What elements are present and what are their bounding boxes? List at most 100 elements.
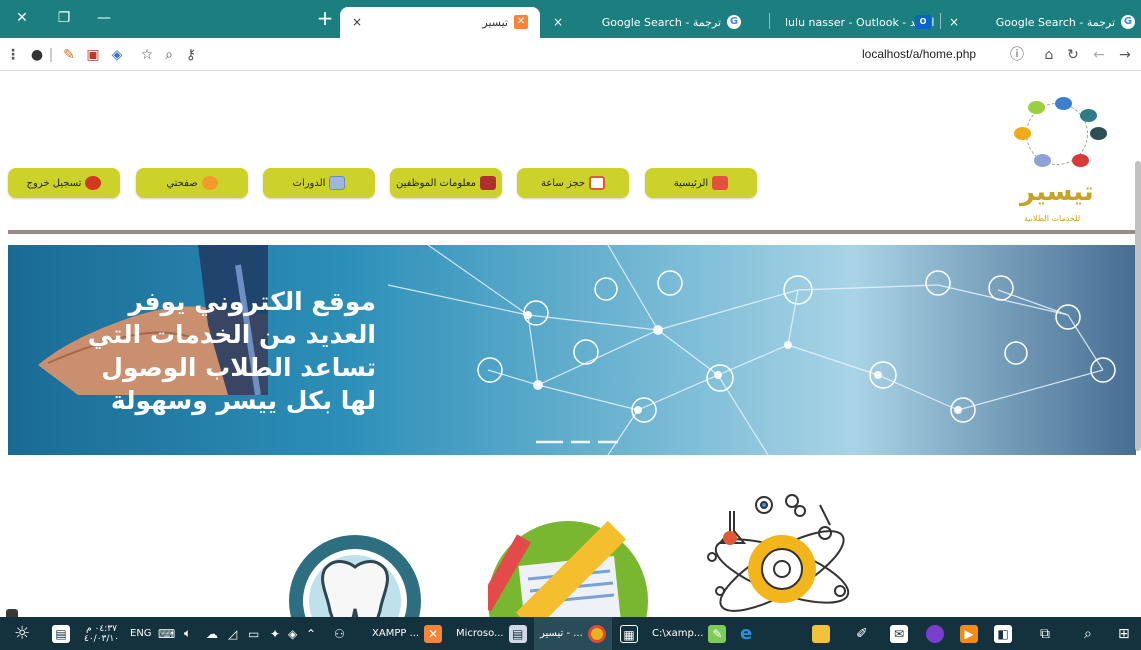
outlook-icon: O [915, 15, 931, 29]
nav-courses-button[interactable]: الدورات [263, 168, 375, 198]
taskbar-label: C:\xamp... [652, 628, 704, 639]
paint-icon[interactable]: ✐ [856, 617, 868, 650]
header-divider [8, 230, 1136, 234]
file-explorer-icon[interactable] [812, 617, 830, 650]
tab-outlook[interactable]: × lulu nasser - Outlook - البريد O [775, 7, 985, 38]
taskbar-notepad[interactable]: C:\xamp... ✎ [652, 617, 727, 650]
home-icon[interactable]: ⌂ [1040, 46, 1058, 64]
browser-toolbar: ⋮ ● ✎ ▣ ◈ ☆ ⌕ ⚷ localhost/a/home.php ⓘ ⌂… [0, 38, 1141, 71]
volume-icon[interactable]: 🔈︎ [184, 617, 191, 650]
hero-banner[interactable]: موقع الكتروني يوفر العديد من الخدمات الت… [8, 245, 1136, 455]
nav-home-button[interactable]: الرئيسية [645, 168, 757, 198]
clock[interactable]: ٠٤:٣٧ م ٤٠/٠٣/١٠ [84, 617, 119, 650]
science-gear-icon[interactable] [700, 491, 860, 617]
notification-icon[interactable]: ▤ [52, 617, 70, 650]
key-icon[interactable]: ⚷ [182, 46, 200, 64]
tab-close-icon[interactable]: × [350, 15, 364, 29]
nav-my-page-button[interactable]: صفحتي [136, 168, 248, 198]
nav-book-hour-button[interactable]: حجز ساعة [517, 168, 629, 198]
logo-name: تيسير [1020, 177, 1094, 207]
banner-line: موقع الكتروني يوفر [128, 287, 376, 316]
taskbar-label: XAMPP ... [372, 628, 420, 639]
windows-start-icon[interactable]: ⊞ [1118, 617, 1130, 650]
nav-label: صفحتي [166, 177, 198, 189]
chevron-up-icon[interactable]: ⌃ [306, 617, 316, 650]
nav-logout-button[interactable]: تسجيل خروج [8, 168, 120, 198]
tab-google-1[interactable]: × Google Search - ترجمة G [543, 7, 751, 38]
minimize-window-icon[interactable]: — [92, 7, 116, 29]
cloud-icon[interactable]: ☁ [206, 617, 218, 650]
tab-close-icon[interactable]: × [947, 15, 961, 29]
page-scrollbar[interactable] [1135, 161, 1141, 451]
tab-title: Google Search - ترجمة [995, 16, 1115, 29]
xampp-icon: ✕ [424, 624, 443, 643]
task-view-icon[interactable]: ⧉ [1040, 617, 1050, 650]
menu-icon[interactable]: ⋮ [4, 46, 22, 64]
media-player-icon[interactable]: ▶ [960, 617, 978, 650]
notepad-icon: ✎ [708, 624, 727, 643]
brightness-icon[interactable]: ☼ [14, 617, 30, 650]
people-icon[interactable]: ⚇ [334, 617, 345, 650]
search-icon[interactable]: ⌕ [160, 46, 178, 64]
card-icon [329, 176, 346, 190]
app-icon[interactable] [926, 617, 944, 650]
dropbox-icon[interactable]: ✦ [270, 617, 280, 650]
tab-google-2[interactable]: Google Search - ترجمة G [985, 7, 1141, 38]
bookmark-star-icon[interactable]: ☆ [138, 46, 156, 64]
extension-icon[interactable]: ▣ [84, 46, 102, 64]
pencil-icon [201, 176, 218, 190]
briefcase-icon [480, 176, 497, 190]
reload-icon[interactable]: ↻ [1064, 46, 1082, 64]
taskbar-label: Microso... [456, 628, 504, 639]
tab-separator [769, 13, 770, 29]
taskbar-label: تيسير - ... [540, 628, 583, 639]
back-arrow-icon[interactable]: ← [1090, 46, 1108, 64]
nav-staff-info-button[interactable]: معلومات الموظفين [390, 168, 502, 198]
logo-dot [1090, 127, 1107, 140]
site-info-icon[interactable]: ⓘ [1008, 46, 1026, 64]
profile-icon[interactable]: ● [28, 46, 46, 64]
logo-dot [1055, 97, 1072, 110]
edge-icon[interactable]: e [740, 617, 752, 650]
nav-label: الدورات [292, 177, 326, 189]
pencil-paper-icon[interactable] [488, 491, 658, 617]
tab-close-icon[interactable]: × [551, 15, 565, 29]
xampp-icon: ✕ [514, 15, 528, 29]
power-icon [85, 176, 102, 190]
language-indicator[interactable]: ENG [130, 617, 152, 650]
google-icon: G [1121, 15, 1135, 29]
toolbar-divider [50, 48, 52, 62]
restore-window-icon[interactable]: ❐ [52, 7, 76, 29]
banner-line: العديد من الخدمات التي [87, 320, 376, 349]
shield-icon[interactable]: ◈ [108, 46, 126, 64]
wifi-icon[interactable]: ◿ [228, 617, 237, 650]
new-tab-button[interactable]: + [313, 6, 337, 30]
taskbar-word[interactable]: Microso... ▤ [456, 617, 527, 650]
screen: ✕ ❐ — + × تيسير ✕ × Google Search - ترجم… [0, 0, 1141, 650]
forward-arrow-icon[interactable]: → [1116, 46, 1134, 64]
tab-taysir[interactable]: × تيسير ✕ [340, 7, 540, 38]
side-drag-handle[interactable] [6, 609, 18, 617]
mail-icon[interactable]: ✉ [890, 617, 908, 650]
close-window-icon[interactable]: ✕ [10, 7, 34, 29]
tab-title: Google Search - ترجمة [601, 16, 721, 29]
battery-icon[interactable]: ▭ [248, 617, 259, 650]
taskbar-xampp[interactable]: XAMPP ... ✕ [372, 617, 443, 650]
keyboard-icon[interactable]: ⌨ [158, 617, 175, 650]
browser-tab-strip: ✕ ❐ — + × تيسير ✕ × Google Search - ترجم… [0, 0, 1141, 38]
tab-separator [940, 13, 941, 29]
logo-subtitle: للخدمات الطلابية [1024, 214, 1081, 223]
banner-text: موقع الكتروني يوفر العديد من الخدمات الت… [16, 285, 376, 417]
wrench-icon[interactable]: ✎ [60, 46, 78, 64]
chrome-icon [587, 624, 606, 643]
logo-dot [1014, 127, 1031, 140]
address-bar-url[interactable]: localhost/a/home.php [862, 47, 976, 61]
taskbar-chrome[interactable]: تيسير - ... [534, 617, 612, 650]
shield-icon[interactable]: ◈ [288, 617, 297, 650]
site-logo[interactable]: تيسير للخدمات الطلابية [1008, 91, 1108, 223]
calendar-app-icon[interactable]: ▦ [620, 617, 638, 650]
home-icon [712, 176, 729, 190]
search-icon[interactable]: ⌕ [1084, 617, 1092, 650]
store-icon[interactable]: ◧ [994, 617, 1012, 650]
tooth-icon[interactable] [270, 491, 450, 617]
